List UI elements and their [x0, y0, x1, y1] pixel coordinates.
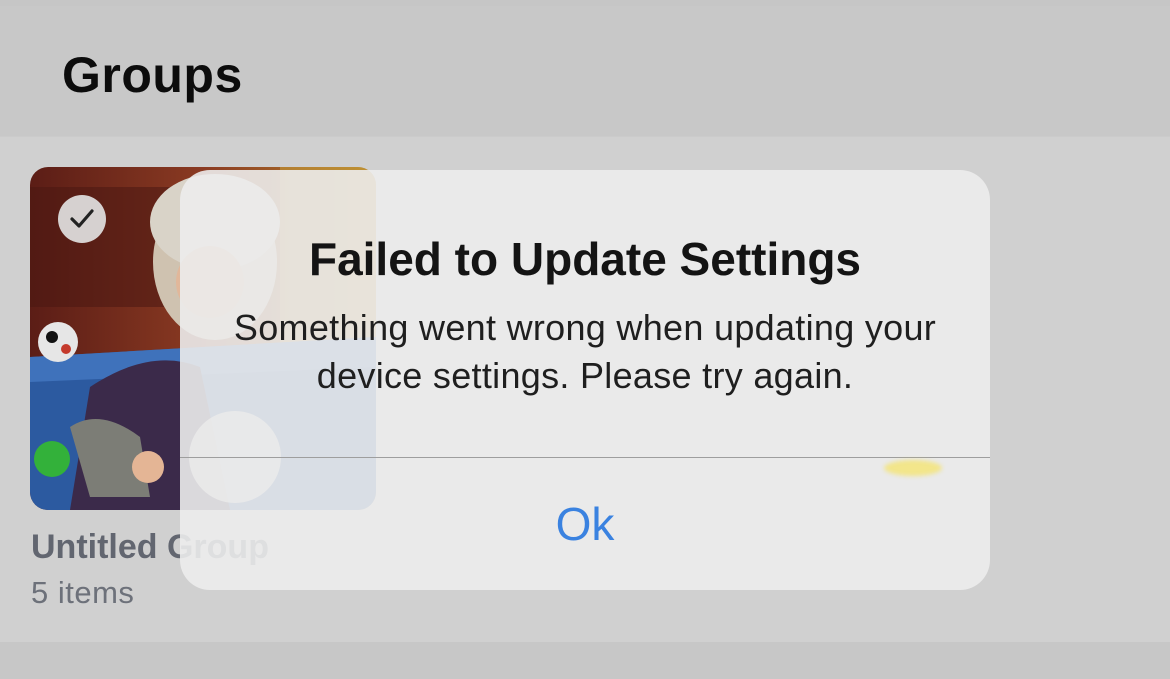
- group-item-count: 5 items: [31, 575, 135, 610]
- bottom-strip: [0, 642, 1170, 679]
- checkmark-icon: [70, 209, 94, 228]
- page-title: Groups: [62, 47, 243, 103]
- ok-button[interactable]: Ok: [180, 458, 990, 590]
- alert-message: Something went wrong when updating your …: [233, 307, 937, 396]
- screen-smudge: [884, 460, 942, 476]
- alert-title: Failed to Update Settings: [308, 233, 862, 285]
- selected-check-badge[interactable]: [58, 195, 106, 243]
- header: Groups: [0, 6, 1170, 136]
- screen: Groups Untitled Group 5 items Failed to …: [0, 0, 1170, 679]
- alert-dialog: Failed to Update Settings Something went…: [180, 170, 990, 590]
